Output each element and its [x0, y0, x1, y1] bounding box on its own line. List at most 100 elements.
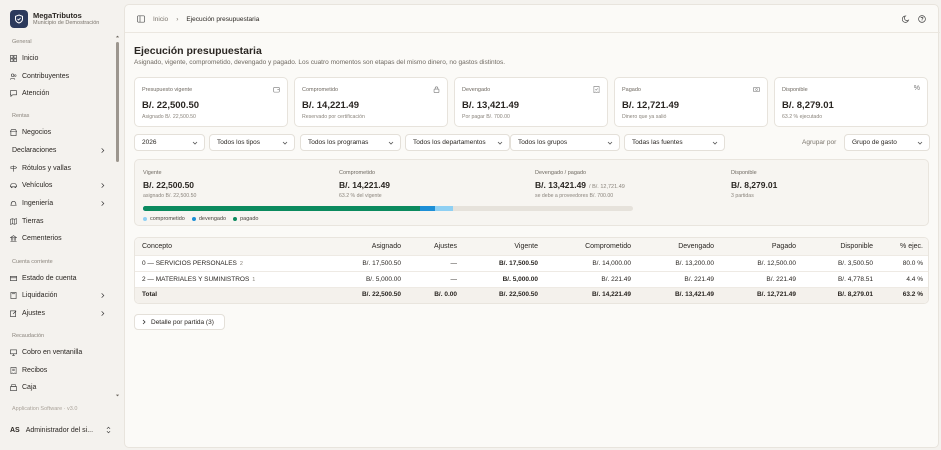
- tipos-select[interactable]: Todos los tipos: [209, 134, 295, 151]
- col-ajustes[interactable]: Ajustes: [434, 243, 457, 250]
- help-icon[interactable]: [918, 15, 926, 23]
- sidebar-toggle-icon[interactable]: [137, 15, 145, 23]
- car-icon: [10, 183, 17, 189]
- sidebar-item-cementerios[interactable]: Cementerios: [10, 232, 108, 245]
- summary-note: 63.2 % del vigente: [339, 193, 382, 199]
- programas-select[interactable]: Todos los programas: [300, 134, 401, 151]
- scroll-down-icon[interactable]: [115, 393, 120, 398]
- cell-ajustes: —: [450, 276, 458, 283]
- kpi-label: Presupuesto vigente: [142, 87, 193, 93]
- concepto-text: 0 — SERVICIOS PERSONALES: [142, 260, 237, 267]
- sidebar-item-declaraciones[interactable]: Declaraciones: [12, 144, 110, 157]
- sidebar-item-ajustes[interactable]: Ajustes: [10, 307, 108, 320]
- col-asignado[interactable]: Asignado: [372, 243, 401, 250]
- cell-ajustes: —: [450, 260, 458, 267]
- map-icon: [10, 218, 17, 225]
- row-count: 1: [252, 277, 256, 283]
- kpi-note: Dinero que ya salió: [622, 114, 667, 120]
- legend-item-comprometido: comprometido: [143, 216, 185, 222]
- col-comprometido[interactable]: Comprometido: [585, 243, 631, 250]
- sidebar-item-label: Cobro en ventanilla: [22, 349, 83, 356]
- cell-devengado: B/. 221.49: [684, 276, 714, 283]
- chevron-right-icon: [101, 148, 105, 153]
- col-devengado[interactable]: Devengado: [678, 243, 714, 250]
- kpi-value: B/. 14,221.49: [302, 100, 360, 111]
- chevron-down-icon: [497, 141, 503, 145]
- detail-by-item-button[interactable]: Detalle por partida (3): [134, 314, 225, 330]
- sidebar-item-label: Inicio: [22, 55, 39, 62]
- sidebar-item-label: Estado de cuenta: [22, 275, 77, 282]
- sidebar-item-cobro[interactable]: Cobro en ventanilla: [10, 346, 108, 359]
- summary-comprometido: Comprometido B/. 14,221.49 63.2 % del vi…: [339, 170, 390, 199]
- select-value: Grupo de gasto: [852, 139, 897, 146]
- kpi-card-disponible: Disponible % B/. 8,279.01 63.2 % ejecuta…: [774, 77, 928, 127]
- breadcrumb-home[interactable]: Inicio: [153, 16, 168, 23]
- col-pagado[interactable]: Pagado: [772, 243, 796, 250]
- sidebar-item-tierras[interactable]: Tierras: [10, 215, 108, 228]
- summary-note: asignado B/. 22,500.50: [143, 193, 197, 199]
- departamentos-select[interactable]: Todos los departamentos: [405, 134, 510, 151]
- brand[interactable]: MegaTributos Municipio de Demostración: [10, 10, 99, 28]
- signpost-icon: [10, 165, 17, 172]
- summary-value-row: B/. 13,421.49/ B/. 12,721.49: [535, 180, 625, 190]
- cell-pagado: B/. 221.49: [766, 276, 796, 283]
- cell-concepto: 0 — SERVICIOS PERSONALES 2: [142, 260, 243, 267]
- col-disponible[interactable]: Disponible: [840, 243, 873, 250]
- chevron-right-icon: [101, 311, 105, 316]
- scroll-up-icon[interactable]: [115, 34, 120, 39]
- sidebar-item-label: Ingeniería: [22, 200, 54, 207]
- table-total-row: Total B/. 22,500.50 B/. 0.00 B/. 22,500.…: [135, 288, 928, 303]
- sidebar-item-vehiculos[interactable]: Vehículos: [10, 179, 108, 192]
- sidebar-item-atencion[interactable]: Atención: [10, 87, 108, 100]
- app-subtitle: Municipio de Demostración: [33, 20, 100, 26]
- chevron-down-icon: [282, 141, 288, 145]
- col-vigente[interactable]: Vigente: [514, 243, 538, 250]
- wallet-icon: [273, 87, 280, 93]
- sidebar-item-estado[interactable]: Estado de cuenta: [10, 272, 108, 285]
- legend-label: comprometido: [150, 216, 185, 222]
- legend-dot: [233, 217, 238, 221]
- select-value: Todos los departamentos: [413, 139, 486, 146]
- sidebar-item-label: Contribuyentes: [22, 73, 70, 80]
- moon-icon[interactable]: [902, 15, 910, 23]
- section-rentas: Rentas: [12, 113, 30, 119]
- user-menu[interactable]: AS Administrador del si...: [10, 422, 114, 438]
- sidebar-item-caja[interactable]: Caja: [10, 381, 108, 394]
- col-concepto[interactable]: Concepto: [142, 243, 172, 250]
- kpi-note: Asignado B/. 22,500.50: [142, 114, 196, 120]
- select-value: Todos los tipos: [217, 139, 260, 146]
- cell-asignado: B/. 17,500.50: [362, 260, 401, 267]
- table-row[interactable]: 2 — MATERIALES Y SUMINISTROS 1 B/. 5,000.…: [135, 272, 928, 288]
- year-select[interactable]: 2026: [134, 134, 205, 151]
- fuentes-select[interactable]: Todas las fuentes: [624, 134, 725, 151]
- cell-comprometido: B/. 221.49: [601, 276, 631, 283]
- edit-icon: [10, 310, 17, 317]
- kpi-card-devengado: Devengado B/. 13,421.49 Por pagar B/. 70…: [454, 77, 608, 127]
- cell-vigente: B/. 17,500.50: [498, 260, 538, 267]
- sidebar-item-ingenieria[interactable]: Ingeniería: [10, 197, 108, 210]
- grupos-select[interactable]: Todos los grupos: [510, 134, 620, 151]
- group-by-label: Agrupar por: [802, 139, 837, 146]
- table-row[interactable]: 0 — SERVICIOS PERSONALES 2 B/. 17,500.50 …: [135, 256, 928, 272]
- cell-pagado: B/. 12,721.49: [756, 291, 796, 298]
- sidebar-item-contribuyentes[interactable]: Contribuyentes: [10, 70, 108, 83]
- sidebar-item-rotulos[interactable]: Rótulos y vallas: [10, 162, 108, 175]
- sidebar-item-inicio[interactable]: Inicio: [10, 52, 108, 65]
- summary-label: Vigente: [143, 170, 162, 176]
- group-by-select[interactable]: Grupo de gasto: [844, 134, 930, 151]
- section-recaudacion: Recaudación: [12, 333, 45, 339]
- sidebar-item-liquidacion[interactable]: Liquidación: [10, 289, 108, 302]
- kpi-card-pagado: Pagado B/. 12,721.49 Dinero que ya salió: [614, 77, 768, 127]
- summary-label: Devengado / pagado: [535, 170, 587, 176]
- cell-ejec: 63.2 %: [902, 291, 923, 298]
- col-ejec[interactable]: % ejec.: [900, 243, 923, 250]
- cell-vigente: B/. 5,000.00: [502, 276, 538, 283]
- section-cuenta: Cuenta corriente: [12, 259, 53, 265]
- main-panel: Inicio › Ejecución presupuestaria Ejecuc…: [124, 4, 940, 448]
- sidebar-item-recibos[interactable]: Recibos: [10, 364, 108, 377]
- sidebar-scrollbar[interactable]: [116, 42, 119, 162]
- select-value: Todas las fuentes: [632, 139, 683, 146]
- sidebar-item-negocios[interactable]: Negocios: [10, 126, 108, 139]
- sidebar-item-label: Tierras: [22, 218, 44, 225]
- grid-icon: [10, 55, 17, 62]
